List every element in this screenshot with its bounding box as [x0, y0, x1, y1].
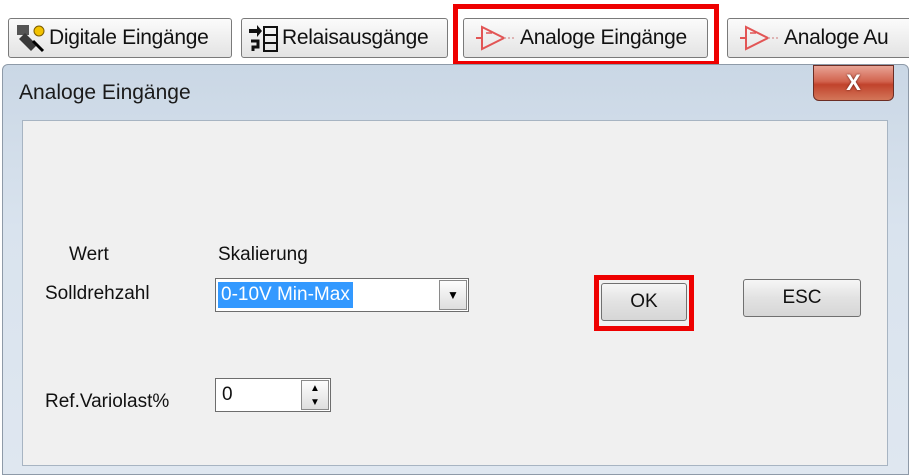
column-header-scaling: Skalierung: [218, 244, 308, 265]
tab-label: Analoge Eingänge: [520, 26, 687, 49]
variolast-spinner[interactable]: 0 ▲ ▼: [215, 378, 331, 412]
close-icon: X: [846, 70, 861, 95]
toolbar: Digitale Eingänge Relaisausgänge Analoge…: [0, 0, 909, 66]
spin-down-icon[interactable]: ▼: [302, 395, 328, 409]
digital-input-icon: [13, 21, 47, 55]
dialog-client-area: Wert Skalierung Solldrehzahl 0-10V Min-M…: [22, 120, 888, 466]
spin-up-icon[interactable]: ▲: [302, 381, 328, 395]
esc-button[interactable]: ESC: [743, 279, 861, 317]
dialog-title: Analoge Eingänge: [19, 81, 191, 104]
variolast-spinner-value: 0: [222, 384, 233, 405]
tab-relaisausgaenge[interactable]: Relaisausgänge: [241, 18, 448, 58]
relay-output-icon: [246, 21, 280, 55]
row-label-ref-variolast: Ref.Variolast%: [45, 391, 170, 412]
tab-digitale-eingaenge[interactable]: Digitale Eingänge: [8, 18, 232, 58]
tab-label: Digitale Eingänge: [49, 26, 209, 49]
column-header-value: Wert: [69, 244, 109, 265]
analog-input-icon: [474, 21, 518, 55]
esc-button-label: ESC: [782, 287, 822, 308]
tab-analoge-ausgaenge[interactable]: Analoge Au: [727, 18, 909, 58]
analog-inputs-dialog: Analoge Eingänge X Wert Skalierung Solld…: [2, 64, 909, 475]
spinner-buttons: ▲ ▼: [301, 380, 329, 410]
tab-analoge-eingaenge[interactable]: Analoge Eingänge: [463, 18, 708, 58]
tab-label: Relaisausgänge: [282, 26, 429, 49]
dropdown-arrow-icon[interactable]: ▼: [439, 280, 467, 310]
scaling-select[interactable]: 0-10V Min-Max ▼: [215, 278, 469, 312]
tab-label: Analoge Au: [784, 26, 889, 49]
ok-button-label: OK: [630, 291, 658, 312]
close-button[interactable]: X: [813, 65, 894, 101]
analog-output-icon: [738, 21, 782, 55]
scaling-select-value: 0-10V Min-Max: [218, 282, 353, 308]
ok-button[interactable]: OK: [601, 283, 687, 321]
row-label-solldrehzahl: Solldrehzahl: [45, 283, 150, 304]
dialog-titlebar[interactable]: Analoge Eingänge X: [3, 65, 908, 119]
